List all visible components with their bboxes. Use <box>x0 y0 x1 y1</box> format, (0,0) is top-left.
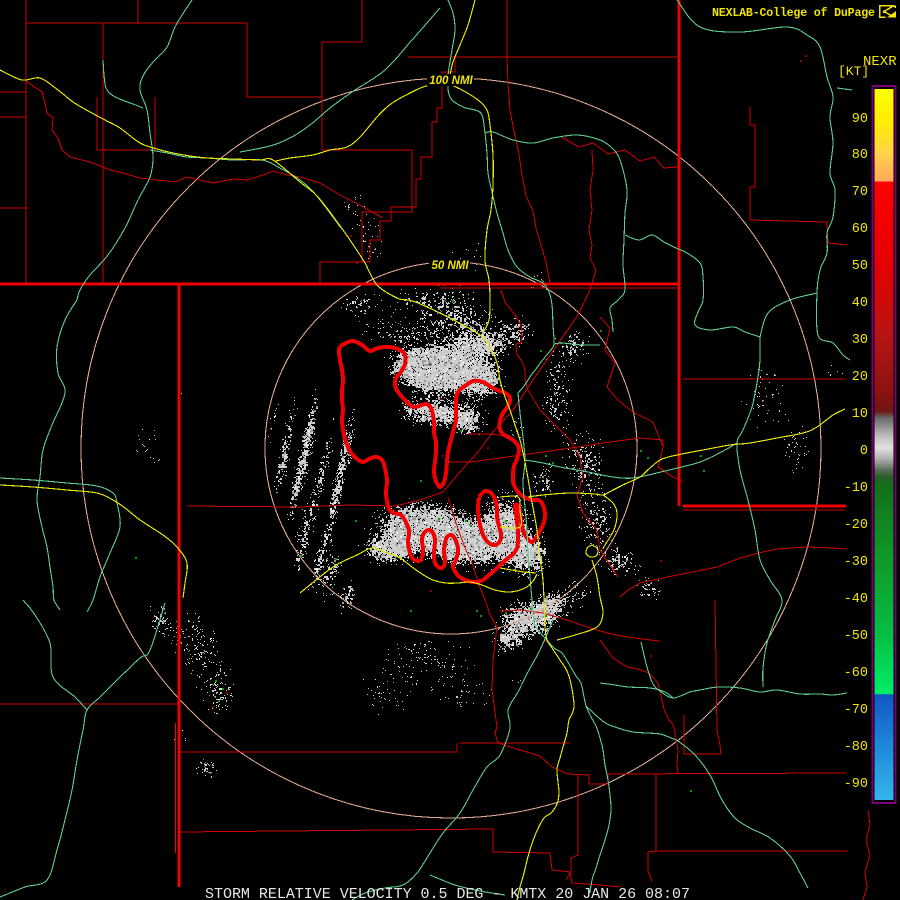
svg-text:-50: -50 <box>844 629 868 644</box>
svg-text:0: 0 <box>860 444 868 459</box>
svg-text:-90: -90 <box>844 777 868 792</box>
svg-text:-70: -70 <box>844 703 868 718</box>
svg-text:40: 40 <box>852 296 868 311</box>
svg-text:70: 70 <box>852 185 868 200</box>
svg-text:-80: -80 <box>844 740 868 755</box>
svg-text:-30: -30 <box>844 555 868 570</box>
svg-text:NEXLAB-College of DuPage: NEXLAB-College of DuPage <box>712 7 875 20</box>
svg-text:-10: -10 <box>844 481 868 496</box>
svg-text:50: 50 <box>852 259 868 274</box>
svg-text:STORM RELATIVE VELOCITY 0.5 DE: STORM RELATIVE VELOCITY 0.5 DEG - KMTX 2… <box>205 886 690 900</box>
svg-text:[KT]: [KT] <box>838 64 869 79</box>
svg-text:30: 30 <box>852 333 868 348</box>
svg-text:-60: -60 <box>844 666 868 681</box>
svg-text:80: 80 <box>852 148 868 163</box>
svg-text:20: 20 <box>852 370 868 385</box>
svg-text:60: 60 <box>852 222 868 237</box>
svg-text:50 NMI: 50 NMI <box>431 260 469 272</box>
svg-text:-40: -40 <box>844 592 868 607</box>
svg-text:-20: -20 <box>844 518 868 533</box>
svg-text:90: 90 <box>852 112 868 127</box>
svg-text:10: 10 <box>852 407 868 422</box>
svg-text:100 NMI: 100 NMI <box>429 75 473 87</box>
